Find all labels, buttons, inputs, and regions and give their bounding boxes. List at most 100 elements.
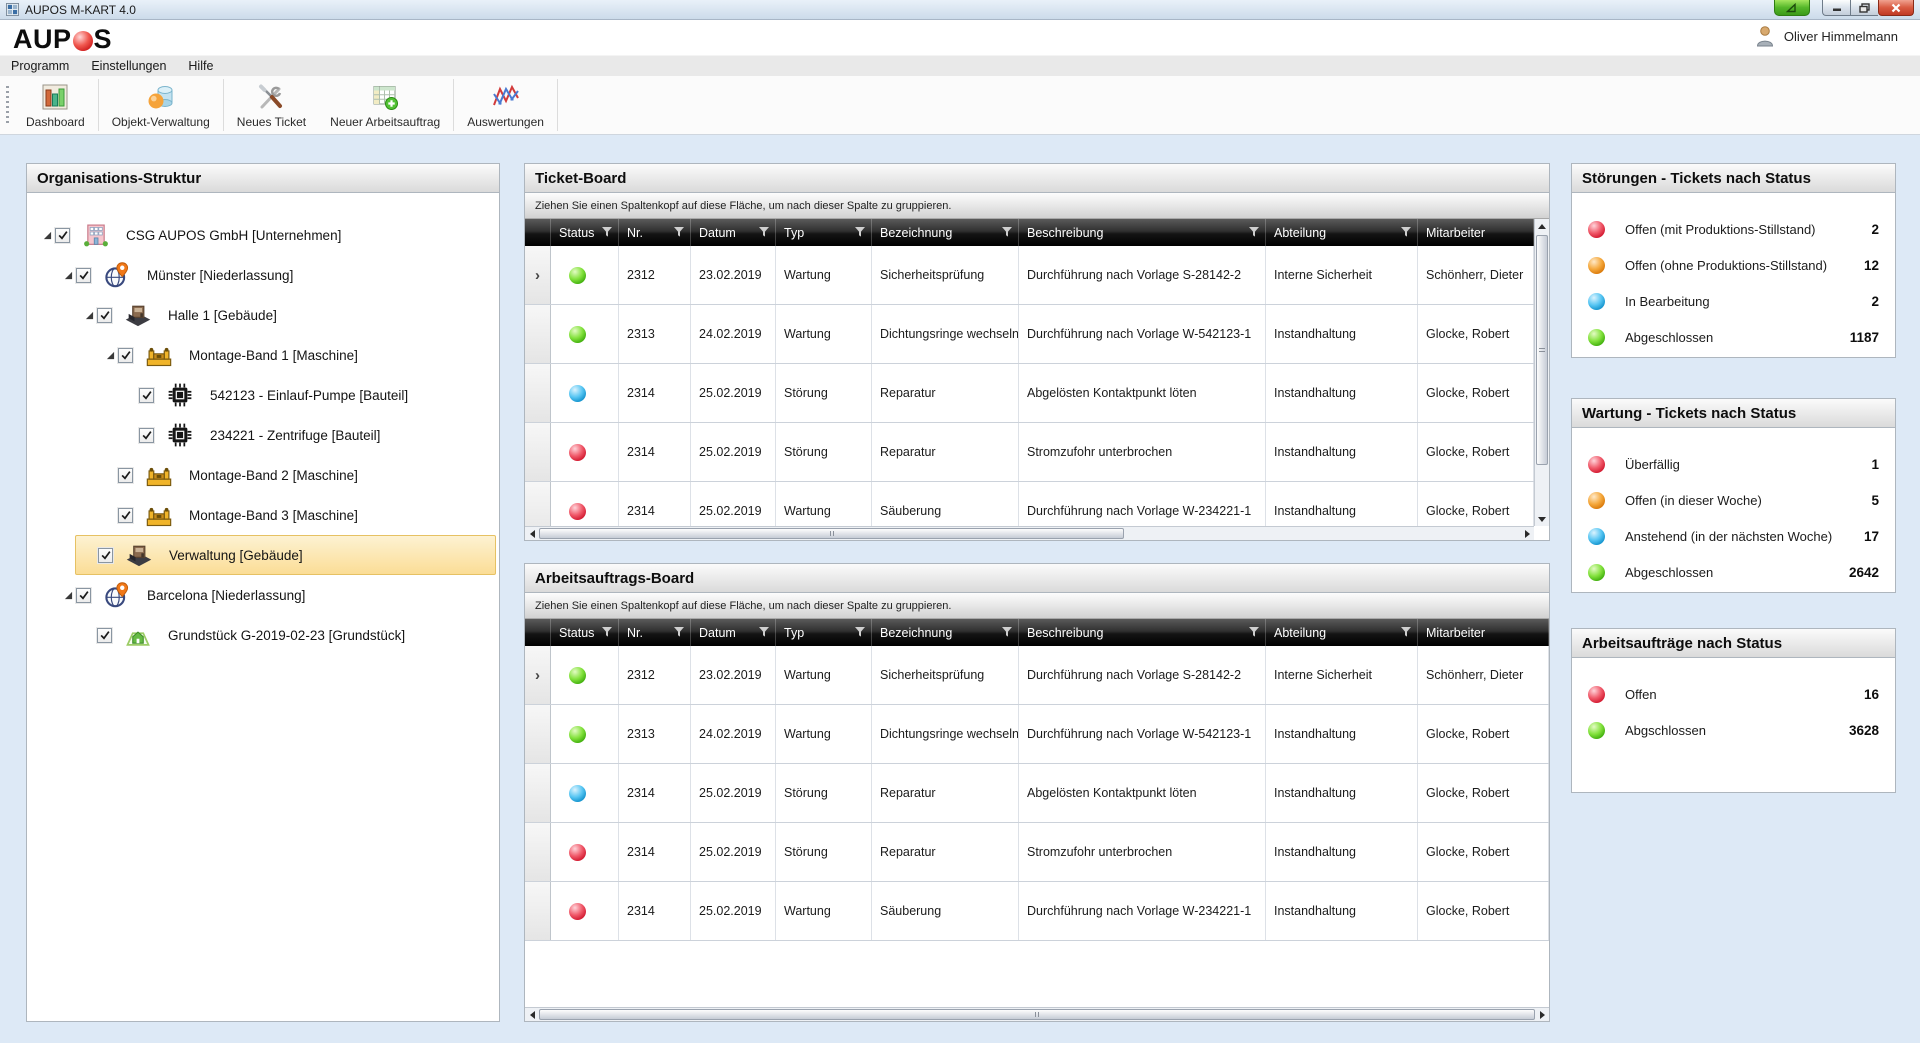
column-header-mitarbeiter[interactable]: Mitarbeiter <box>1418 219 1534 246</box>
tree-expander-icon[interactable] <box>60 591 76 600</box>
checkbox[interactable] <box>55 227 70 243</box>
checkbox[interactable] <box>76 587 91 603</box>
table-row[interactable]: 2314 25.02.2019 Wartung Säuberung Durchf… <box>525 882 1549 941</box>
filter-funnel-icon[interactable] <box>1001 226 1013 238</box>
title-bar[interactable]: AUPOS M-KART 4.0 <box>0 0 1920 20</box>
filter-funnel-icon[interactable] <box>758 626 770 638</box>
filter-funnel-icon[interactable] <box>1001 626 1013 638</box>
neuer-arbeitsauftrag-button[interactable]: Neuer Arbeitsauftrag <box>318 76 452 134</box>
minimize-button[interactable] <box>1822 0 1850 16</box>
objekt-verwaltung-button[interactable]: Objekt-Verwaltung <box>100 76 222 134</box>
tree-node-barcelona[interactable]: Barcelona [Niederlassung] <box>27 575 499 615</box>
table-row[interactable]: 2313 24.02.2019 Wartung Dichtungsringe w… <box>525 305 1534 364</box>
checkbox[interactable] <box>97 627 112 643</box>
filter-funnel-icon[interactable] <box>601 626 613 638</box>
tree-node-halle-1[interactable]: Halle 1 [Gebäude] <box>27 295 499 335</box>
horizontal-scrollbar[interactable] <box>525 526 1534 540</box>
component-chip-icon <box>165 421 195 449</box>
filter-funnel-icon[interactable] <box>601 226 613 238</box>
tree-node-montage-band-3[interactable]: Montage-Band 3 [Maschine] <box>27 495 499 535</box>
menu-item-hilfe[interactable]: Hilfe <box>177 56 224 77</box>
table-row[interactable]: 2314 25.02.2019 Störung Reparatur Abgelö… <box>525 764 1549 823</box>
table-row[interactable]: 2313 24.02.2019 Wartung Dichtungsringe w… <box>525 705 1549 764</box>
column-header-beschreibung[interactable]: Beschreibung <box>1019 619 1266 646</box>
filter-funnel-icon[interactable] <box>758 226 770 238</box>
checkbox[interactable] <box>97 307 112 323</box>
new-ticket-tools-icon <box>256 80 286 114</box>
tree-node-csg-aupos[interactable]: CSG AUPOS GmbH [Unternehmen] <box>27 215 499 255</box>
filter-funnel-icon[interactable] <box>1400 626 1412 638</box>
column-header-typ[interactable]: Typ <box>776 219 872 246</box>
tree-expander-icon[interactable] <box>39 231 55 240</box>
column-header-mitarbeiter[interactable]: Mitarbeiter <box>1418 619 1549 646</box>
restore-button[interactable] <box>1850 0 1878 16</box>
column-header-typ[interactable]: Typ <box>776 619 872 646</box>
scroll-left-arrow[interactable] <box>525 527 539 540</box>
tree-node-zentrifuge[interactable]: 234221 - Zentrifuge [Bauteil] <box>27 415 499 455</box>
scroll-up-arrow[interactable] <box>1535 219 1549 233</box>
vertical-scrollbar[interactable] <box>1534 219 1549 526</box>
scrollbar-thumb[interactable] <box>539 1009 1535 1020</box>
dashboard-button[interactable]: Dashboard <box>14 76 97 134</box>
tree-node-montage-band-2[interactable]: Montage-Band 2 [Maschine] <box>27 455 499 495</box>
neues-ticket-button[interactable]: Neues Ticket <box>225 76 318 134</box>
tree-node-verwaltung-selected[interactable]: Verwaltung [Gebäude] <box>75 535 496 575</box>
checkbox[interactable] <box>118 347 133 363</box>
checkbox[interactable] <box>98 547 113 563</box>
column-header-status[interactable]: Status <box>551 619 619 646</box>
column-header-abteilung[interactable]: Abteilung <box>1266 619 1418 646</box>
column-header-datum[interactable]: Datum <box>691 219 776 246</box>
filter-funnel-icon[interactable] <box>673 626 685 638</box>
scroll-down-arrow[interactable] <box>1535 512 1549 526</box>
checkbox[interactable] <box>118 507 133 523</box>
launch-green-button[interactable] <box>1774 0 1810 16</box>
component-chip-icon <box>165 381 195 409</box>
auswertungen-button[interactable]: Auswertungen <box>455 76 556 134</box>
tree-node-grundstueck[interactable]: Grundstück G-2019-02-23 [Grundstück] <box>27 615 499 655</box>
close-button[interactable] <box>1878 0 1914 16</box>
checkbox[interactable] <box>139 427 154 443</box>
menu-item-einstellungen[interactable]: Einstellungen <box>80 56 177 77</box>
scroll-left-arrow[interactable] <box>525 1008 539 1021</box>
column-header-datum[interactable]: Datum <box>691 619 776 646</box>
scrollbar-thumb[interactable] <box>1536 235 1548 465</box>
tree-expander-icon[interactable] <box>81 311 97 320</box>
table-row[interactable]: 2312 23.02.2019 Wartung Sicherheitsprüfu… <box>525 646 1549 705</box>
filter-funnel-icon[interactable] <box>1248 226 1260 238</box>
menu-item-programm[interactable]: Programm <box>0 56 80 77</box>
filter-funnel-icon[interactable] <box>854 626 866 638</box>
user-avatar-icon <box>1755 25 1775 47</box>
filter-funnel-icon[interactable] <box>673 226 685 238</box>
group-by-area[interactable]: Ziehen Sie einen Spaltenkopf auf diese F… <box>525 193 1549 219</box>
table-row[interactable]: 2314 25.02.2019 Störung Reparatur Stromz… <box>525 823 1549 882</box>
column-header-bezeichnung[interactable]: Bezeichnung <box>872 619 1019 646</box>
scrollbar-thumb[interactable] <box>539 528 1125 539</box>
table-row[interactable]: 2312 23.02.2019 Wartung Sicherheitsprüfu… <box>525 246 1534 305</box>
filter-funnel-icon[interactable] <box>854 226 866 238</box>
column-header-bezeichnung[interactable]: Bezeichnung <box>872 219 1019 246</box>
checkbox[interactable] <box>76 267 91 283</box>
table-row[interactable]: 2314 25.02.2019 Störung Reparatur Abgelö… <box>525 364 1534 423</box>
column-header-nr[interactable]: Nr. <box>619 219 691 246</box>
column-header-abteilung[interactable]: Abteilung <box>1266 219 1418 246</box>
tree-node-einlauf-pumpe[interactable]: 542123 - Einlauf-Pumpe [Bauteil] <box>27 375 499 415</box>
tree-expander-icon[interactable] <box>60 271 76 280</box>
column-header-nr[interactable]: Nr. <box>619 619 691 646</box>
table-row[interactable]: 2314 25.02.2019 Wartung Säuberung Durchf… <box>525 482 1534 527</box>
tree-expander-icon[interactable] <box>102 351 118 360</box>
scroll-right-arrow[interactable] <box>1535 1008 1549 1021</box>
toolbar-grip-handle[interactable] <box>6 86 9 126</box>
checkbox[interactable] <box>139 387 154 403</box>
column-header-status[interactable]: Status <box>551 219 619 246</box>
column-header-beschreibung[interactable]: Beschreibung <box>1019 219 1266 246</box>
scroll-right-arrow[interactable] <box>1520 527 1534 540</box>
table-row[interactable]: 2314 25.02.2019 Störung Reparatur Stromz… <box>525 423 1534 482</box>
filter-funnel-icon[interactable] <box>1248 626 1260 638</box>
horizontal-scrollbar[interactable] <box>525 1007 1549 1021</box>
checkbox[interactable] <box>118 467 133 483</box>
tree-node-muenster[interactable]: Münster [Niederlassung] <box>27 255 499 295</box>
status-orb <box>569 266 586 284</box>
filter-funnel-icon[interactable] <box>1400 226 1412 238</box>
tree-node-montage-band-1[interactable]: Montage-Band 1 [Maschine] <box>27 335 499 375</box>
group-by-area[interactable]: Ziehen Sie einen Spaltenkopf auf diese F… <box>525 593 1549 619</box>
